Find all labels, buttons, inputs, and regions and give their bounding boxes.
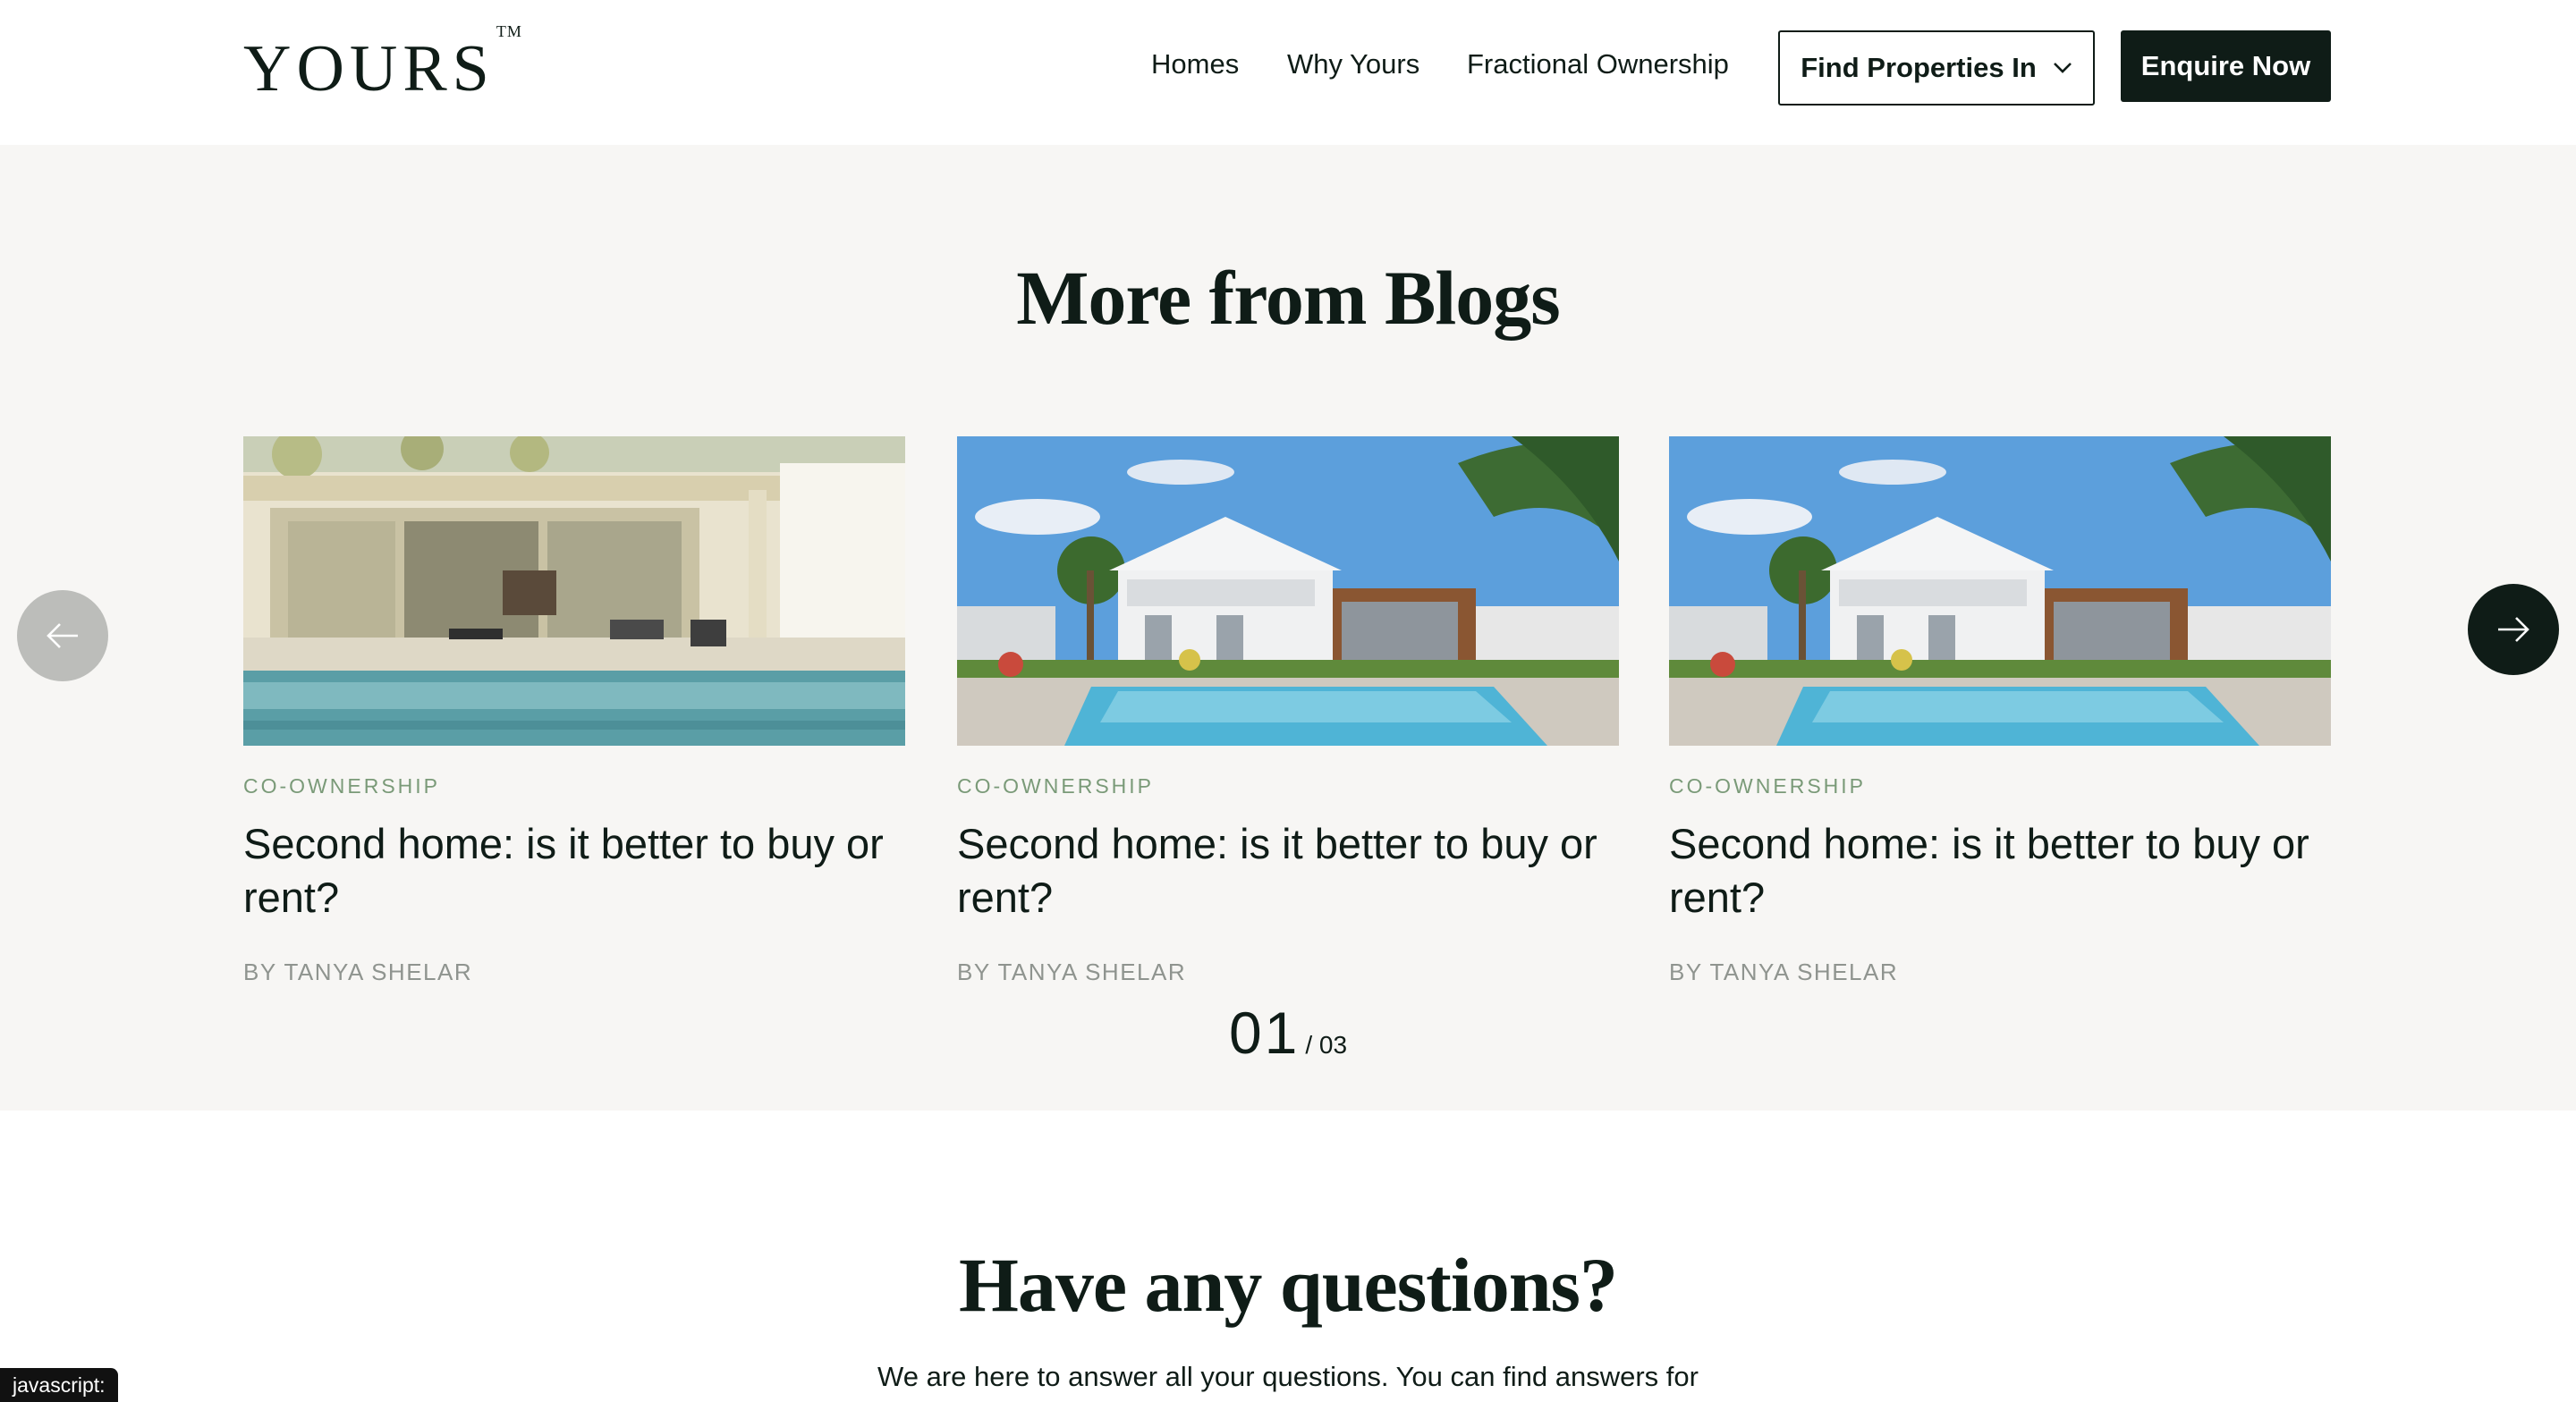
blog-card-title[interactable]: Second home: is it better to buy or rent…: [1669, 817, 2331, 925]
logo[interactable]: YOURSTM: [243, 23, 522, 102]
logo-text: YOURS: [243, 32, 495, 106]
blog-card[interactable]: CO-OWNERSHIP Second home: is it better t…: [957, 436, 1619, 987]
blog-card-category: CO-OWNERSHIP: [243, 774, 440, 798]
nav-link-why-yours[interactable]: Why Yours: [1287, 46, 1419, 82]
trademark-mark: TM: [496, 22, 522, 41]
carousel-next-button[interactable]: [2468, 584, 2559, 675]
carousel-pager: 01/ 03: [0, 1003, 2576, 1062]
blog-card-author: BY TANYA SHELAR: [957, 959, 1187, 985]
enquire-now-button[interactable]: Enquire Now: [2121, 30, 2331, 102]
blog-card[interactable]: CO-OWNERSHIP Second home: is it better t…: [243, 436, 905, 987]
blog-card[interactable]: CO-OWNERSHIP Second home: is it better t…: [1669, 436, 2331, 987]
nav-link-homes[interactable]: Homes: [1151, 46, 1239, 82]
carousel-prev-button[interactable]: [17, 590, 108, 681]
arrow-left-icon: [47, 623, 78, 648]
white-villa-pool-image: [957, 436, 1619, 746]
blog-card-title[interactable]: Second home: is it better to buy or rent…: [243, 817, 905, 925]
blogs-heading: More from Blogs: [1016, 255, 1561, 341]
questions-subtitle: We are here to answer all your questions…: [877, 1361, 1699, 1392]
white-villa-pool-image: [1669, 436, 2331, 746]
chevron-down-icon: [2053, 63, 2072, 73]
blog-card-category: CO-OWNERSHIP: [957, 774, 1154, 798]
find-properties-dropdown[interactable]: Find Properties In: [1778, 30, 2095, 106]
blog-card-image[interactable]: [1669, 436, 2331, 746]
blog-card-image[interactable]: [957, 436, 1619, 746]
nav-link-fractional-ownership[interactable]: Fractional Ownership: [1467, 46, 1729, 82]
blog-card-category: CO-OWNERSHIP: [1669, 774, 1866, 798]
blog-card-author: BY TANYA SHELAR: [243, 959, 473, 985]
blog-card-author: BY TANYA SHELAR: [1669, 959, 1899, 985]
questions-heading: Have any questions?: [958, 1242, 1618, 1328]
blogs-section: More from Blogs CO-OWNERSHIP Second home…: [0, 145, 2576, 1111]
blog-card-image[interactable]: [243, 436, 905, 746]
status-bar-url: javascript:: [0, 1368, 118, 1402]
find-properties-label: Find Properties In: [1801, 52, 2037, 83]
arrow-right-icon: [2498, 617, 2529, 642]
modern-pool-house-image: [243, 436, 905, 746]
pager-total: / 03: [1305, 1031, 1348, 1059]
blog-card-title[interactable]: Second home: is it better to buy or rent…: [957, 817, 1619, 925]
pager-current: 01: [1228, 1000, 1301, 1066]
site-header: YOURSTM Homes Why Yours Fractional Owner…: [0, 0, 2576, 145]
